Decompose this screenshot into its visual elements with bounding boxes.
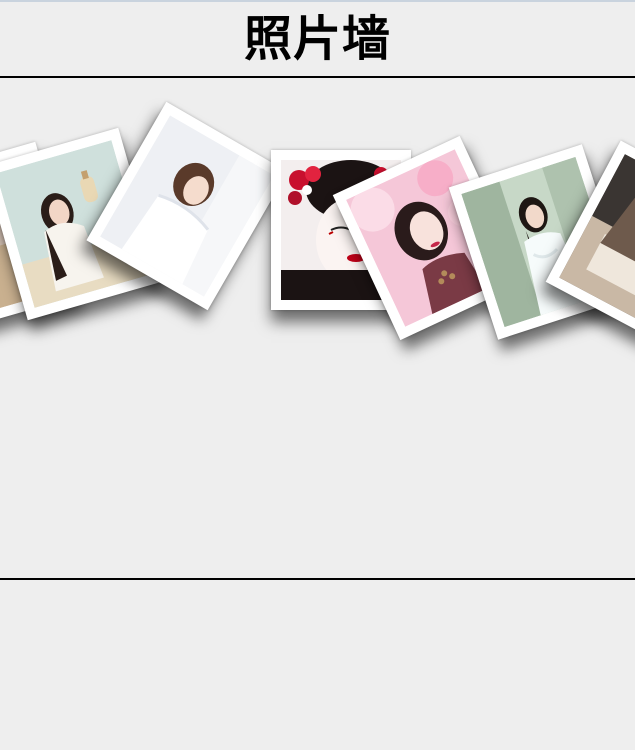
photo-wall — [0, 78, 635, 578]
window-top-edge — [0, 0, 635, 2]
bottom-divider — [0, 578, 635, 580]
page-title: 照片墙 — [243, 11, 391, 67]
